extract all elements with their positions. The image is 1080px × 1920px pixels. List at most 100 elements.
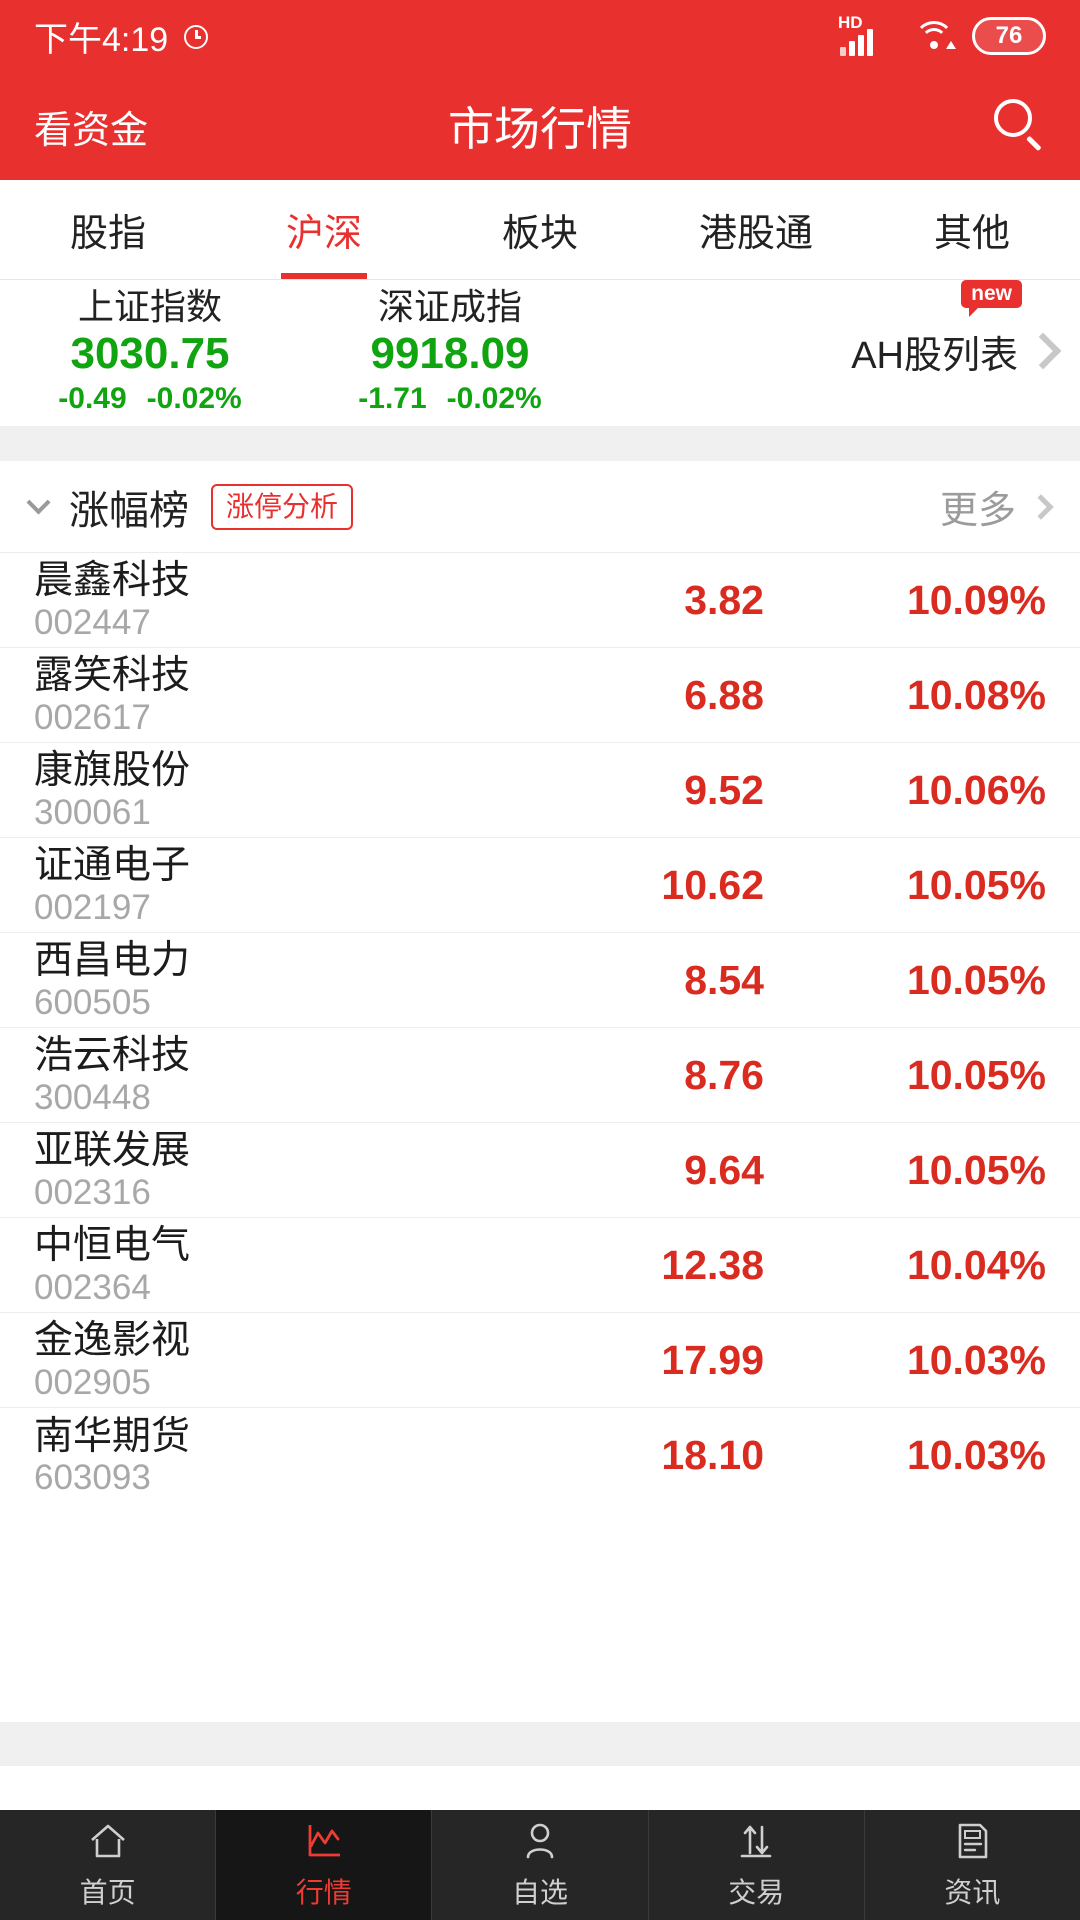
index-name: 上证指数 xyxy=(77,286,222,327)
index-summary-panel: 上证指数 3030.75 -0.49 -0.02% 深证成指 9918.09 -… xyxy=(0,279,1080,428)
stock-change-pct: 10.05% xyxy=(906,1146,1046,1193)
bottom-navigation: 首页 行情 自选 交易 资讯 xyxy=(0,1810,1080,1920)
stock-name: 亚联发展 xyxy=(34,1129,191,1173)
wifi-icon xyxy=(912,19,956,53)
table-row[interactable]: 中恒电气 002364 12.38 10.04% xyxy=(0,1218,1080,1314)
gainers-title: 涨幅榜 xyxy=(69,488,189,533)
stock-change-pct: 10.06% xyxy=(906,766,1046,813)
nav-label: 自选 xyxy=(512,1877,569,1908)
stock-code: 002617 xyxy=(34,697,151,737)
tab-ganggutong[interactable]: 港股通 xyxy=(648,180,864,279)
index-change: -0.49 xyxy=(58,381,127,415)
home-icon xyxy=(86,1819,130,1863)
stock-code: 002197 xyxy=(34,887,151,927)
stock-name: 南华期货 xyxy=(34,1414,191,1458)
more-button[interactable]: 更多 xyxy=(939,479,1054,534)
nav-item-home[interactable]: 首页 xyxy=(0,1810,217,1920)
stock-name: 证通电子 xyxy=(34,844,191,888)
stock-price: 12.38 xyxy=(661,1241,764,1288)
stock-price: 17.99 xyxy=(661,1336,764,1383)
ah-stock-list-link[interactable]: AH股列表 new xyxy=(600,279,1080,379)
index-change-pct: -0.02% xyxy=(446,381,542,415)
status-time: 下午4:19 xyxy=(34,20,169,59)
chart-icon xyxy=(302,1819,346,1863)
stock-price: 8.76 xyxy=(684,1051,764,1098)
tab-hushen[interactable]: 沪深 xyxy=(216,180,432,279)
app-bar: 看资金 市场行情 xyxy=(0,72,1080,180)
stock-name: 中恒电气 xyxy=(34,1224,191,1268)
chevron-right-icon xyxy=(1028,494,1054,520)
more-label: 更多 xyxy=(939,490,1016,533)
stock-price: 9.52 xyxy=(684,766,764,813)
stock-code: 002905 xyxy=(34,1362,151,1402)
section-divider xyxy=(0,427,1080,462)
nav-label: 行情 xyxy=(295,1877,352,1908)
list-bottom-divider xyxy=(0,1722,1080,1766)
stock-change-pct: 10.05% xyxy=(906,956,1046,1003)
new-badge: new xyxy=(961,279,1022,317)
stock-name: 浩云科技 xyxy=(34,1034,191,1078)
tab-guzhi[interactable]: 股指 xyxy=(0,180,216,279)
page-title: 市场行情 xyxy=(448,103,632,155)
index-card-shenzhen[interactable]: 深证成指 9918.09 -1.71 -0.02% xyxy=(300,286,600,416)
stock-change-pct: 10.05% xyxy=(906,1051,1046,1098)
stock-change-pct: 10.08% xyxy=(906,671,1046,718)
battery-level: 76 xyxy=(995,22,1023,49)
stock-code: 300061 xyxy=(34,792,151,832)
stock-change-pct: 10.05% xyxy=(906,861,1046,908)
chevron-right-icon xyxy=(1024,332,1062,370)
nav-label: 交易 xyxy=(728,1877,785,1908)
table-row[interactable]: 露笑科技 002617 6.88 10.08% xyxy=(0,648,1080,744)
stock-name: 晨鑫科技 xyxy=(34,559,191,603)
table-row[interactable]: 晨鑫科技 002447 3.82 10.09% xyxy=(0,553,1080,649)
nav-item-news[interactable]: 资讯 xyxy=(865,1810,1080,1920)
stock-price: 9.64 xyxy=(684,1146,764,1193)
app-root: 下午4:19 HD 76 看资金 市场行情 股指 沪深 板块 港股通 其他 上证… xyxy=(0,0,1080,1920)
gainers-section-header: 涨幅榜 涨停分析 更多 xyxy=(0,461,1080,554)
stock-change-pct: 10.09% xyxy=(906,576,1046,623)
nav-item-watchlist[interactable]: 自选 xyxy=(432,1810,649,1920)
stock-code: 002316 xyxy=(34,1172,151,1212)
battery-indicator: 76 xyxy=(972,17,1046,55)
stock-name: 西昌电力 xyxy=(34,939,191,983)
list-bottom-spacer xyxy=(0,1766,1080,1810)
search-icon[interactable] xyxy=(992,99,1046,153)
stock-price: 8.54 xyxy=(684,956,764,1003)
table-row[interactable]: 浩云科技 300448 8.76 10.05% xyxy=(0,1028,1080,1124)
person-icon xyxy=(518,1819,562,1863)
tab-bankuai[interactable]: 板块 xyxy=(432,180,648,279)
table-row[interactable]: 亚联发展 002316 9.64 10.05% xyxy=(0,1123,1080,1219)
index-change: -1.71 xyxy=(358,381,427,415)
status-bar-left: 下午4:19 xyxy=(34,12,212,61)
transfer-arrows-icon xyxy=(734,1819,778,1863)
stock-name: 露笑科技 xyxy=(34,654,191,698)
stock-price: 10.62 xyxy=(661,861,764,908)
gainers-section: 涨幅榜 涨停分析 更多 晨鑫科技 002447 3.82 10.09% 露笑科技… xyxy=(0,461,1080,1722)
stock-change-pct: 10.03% xyxy=(906,1336,1046,1383)
stock-change-pct: 10.04% xyxy=(906,1241,1046,1288)
tab-qita[interactable]: 其他 xyxy=(864,180,1080,279)
table-row[interactable]: 康旗股份 300061 9.52 10.06% xyxy=(0,743,1080,839)
table-row[interactable]: 西昌电力 600505 8.54 10.05% xyxy=(0,933,1080,1029)
chevron-down-icon[interactable] xyxy=(26,490,51,516)
stock-name: 康旗股份 xyxy=(34,749,191,793)
stock-code: 002364 xyxy=(34,1267,151,1307)
alarm-icon xyxy=(182,21,212,51)
index-card-shanghai[interactable]: 上证指数 3030.75 -0.49 -0.02% xyxy=(0,286,300,416)
hd-label: HD xyxy=(838,13,863,32)
stock-name: 金逸影视 xyxy=(34,1319,191,1363)
category-tabs: 股指 沪深 板块 港股通 其他 xyxy=(0,180,1080,280)
status-bar: 下午4:19 HD 76 xyxy=(0,0,1080,72)
table-row[interactable]: 证通电子 002197 10.62 10.05% xyxy=(0,838,1080,934)
limit-up-analysis-button[interactable]: 涨停分析 xyxy=(211,483,354,530)
table-row[interactable]: 南华期货 603093 18.10 10.03% xyxy=(0,1408,1080,1503)
nav-label: 资讯 xyxy=(944,1877,1001,1908)
nav-item-trade[interactable]: 交易 xyxy=(649,1810,865,1920)
index-value: 9918.09 xyxy=(370,329,530,379)
stock-code: 600505 xyxy=(34,982,151,1022)
table-row[interactable]: 金逸影视 002905 17.99 10.03% xyxy=(0,1313,1080,1409)
index-value: 3030.75 xyxy=(70,329,230,379)
stock-code: 603093 xyxy=(34,1458,151,1498)
view-funds-button[interactable]: 看资金 xyxy=(34,99,148,154)
nav-item-market[interactable]: 行情 xyxy=(216,1810,433,1920)
